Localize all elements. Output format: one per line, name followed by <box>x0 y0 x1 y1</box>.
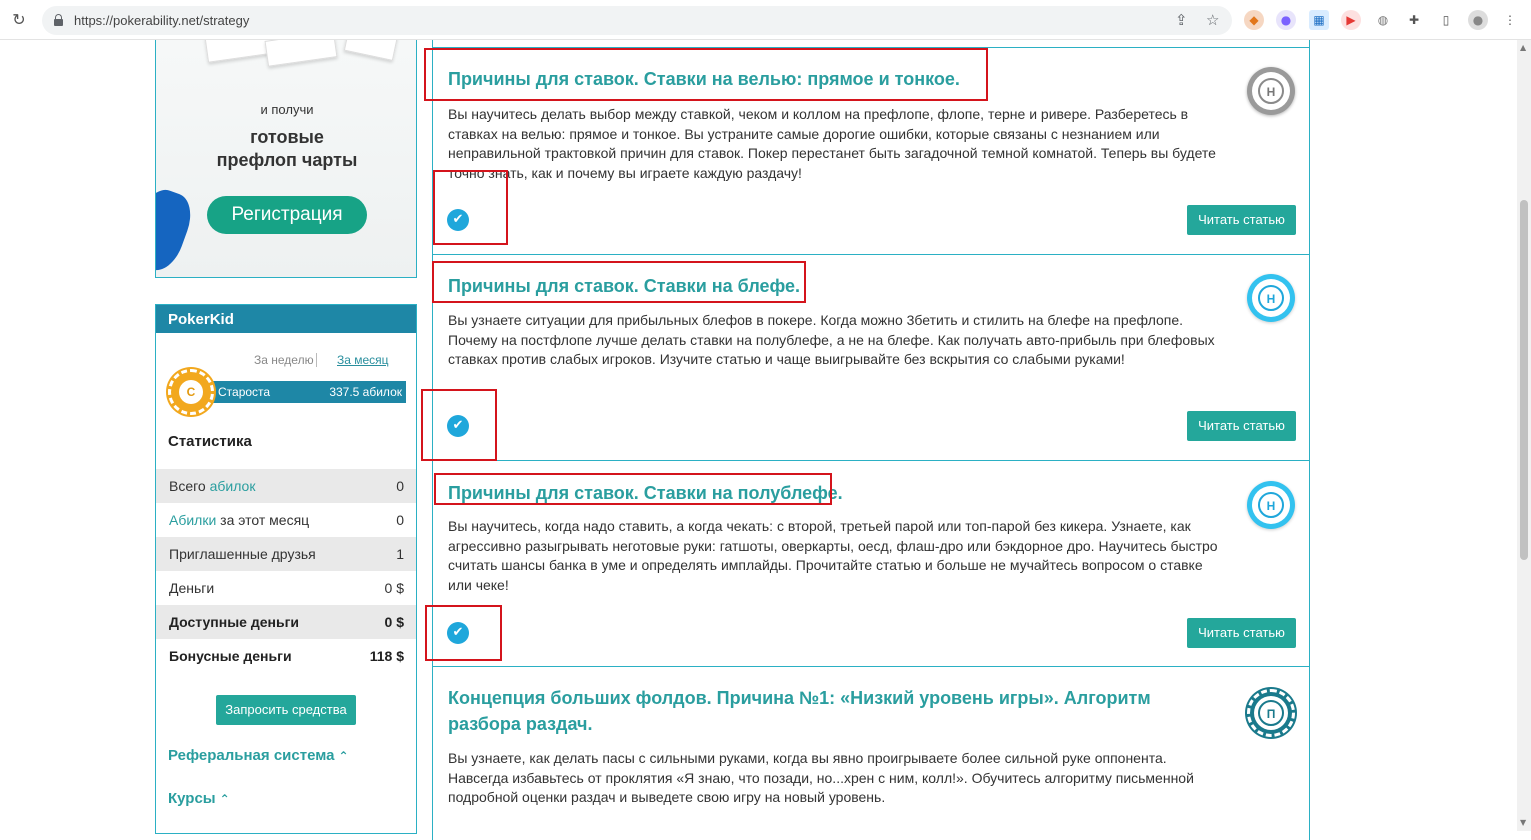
article-title[interactable]: Концепция больших фолдов. Причина №1: «Н… <box>448 685 1208 737</box>
annotation-box <box>432 261 806 303</box>
lock-icon[interactable] <box>54 14 63 26</box>
banner-subtext: и получи <box>260 102 314 117</box>
register-button[interactable]: Регистрация <box>207 196 367 234</box>
article-description: Вы научитесь делать выбор между ставкой,… <box>448 106 1216 181</box>
stat-row-available: Доступные деньги 0 $ <box>156 605 416 639</box>
share-icon[interactable]: ⇪ <box>1175 11 1188 29</box>
menu-kebab-icon[interactable]: ⋮ <box>1500 10 1520 30</box>
stat-row-money: Деньги 0 $ <box>169 580 404 596</box>
read-article-button[interactable]: Читать статью <box>1187 618 1296 648</box>
read-article-button[interactable]: Читать статью <box>1187 205 1296 235</box>
stat-row-month: Абилки за этот месяц 0 <box>169 512 404 528</box>
rank-name: Староста <box>218 385 271 399</box>
annotation-box <box>421 389 497 461</box>
scroll-up-icon[interactable]: ▲ <box>1520 43 1526 52</box>
scroll-thumb[interactable] <box>1520 200 1528 560</box>
article-description: Вы научитесь, когда надо ставить, а когд… <box>448 518 1218 593</box>
courses-toggle[interactable]: Курсы ⌃ <box>168 790 230 807</box>
article-card: Концепция больших фолдов. Причина №1: «Н… <box>433 666 1309 840</box>
extension-icon[interactable]: ● <box>1276 10 1296 30</box>
page-scrollbar[interactable]: ▲ ▼ <box>1517 40 1531 831</box>
address-bar[interactable]: https://pokerability.net/strategy ⇪ ☆ <box>42 6 1232 35</box>
bookmark-star-icon[interactable]: ☆ <box>1206 11 1219 29</box>
user-sidebar: PokerKid За неделю За месяц Староста 337… <box>155 304 417 834</box>
browser-toolbar: ↻ https://pokerability.net/strategy ⇪ ☆ … <box>0 0 1531 40</box>
globe-icon[interactable]: ◍ <box>1373 10 1393 30</box>
stats-title: Статистика <box>168 433 252 450</box>
annotation-box <box>433 170 508 245</box>
chevron-up-icon: ⌃ <box>219 792 230 806</box>
reload-icon[interactable]: ↻ <box>10 11 28 29</box>
period-month-tab[interactable]: За месяц <box>337 353 389 367</box>
username-header: PokerKid <box>156 305 416 333</box>
promo-banner[interactable]: и получи готовые префлоп чарты Регистрац… <box>155 40 417 278</box>
abilki-link[interactable]: абилок <box>210 478 256 494</box>
stat-row-bonus: Бонусные деньги 118 $ <box>169 648 404 664</box>
level-chip-icon: Н <box>1247 481 1295 529</box>
stat-row-total: Всего абилок 0 <box>156 469 416 503</box>
annotation-box <box>425 605 502 661</box>
scroll-down-icon[interactable]: ▼ <box>1520 818 1526 827</box>
article-list: Причины для ставок. Ставки на велью: пря… <box>432 40 1310 840</box>
side-panel-icon[interactable]: ▯ <box>1436 10 1456 30</box>
chip-illustration <box>156 183 199 277</box>
cards-illustration <box>196 40 416 70</box>
extension-icon[interactable]: ▦ <box>1309 10 1329 30</box>
rank-chip-icon: С <box>168 369 214 415</box>
metamask-extension-icon[interactable]: ◆ <box>1244 10 1264 30</box>
rank-bar: Староста 337.5 абилок <box>192 381 406 403</box>
level-chip-icon: Н <box>1247 67 1295 115</box>
abilki-link[interactable]: Абилки <box>169 512 216 528</box>
level-chip-icon: Н <box>1247 274 1295 322</box>
request-funds-button[interactable]: Запросить средства <box>216 695 356 725</box>
level-chip-icon: П <box>1247 689 1295 737</box>
article-description: Вы узнаете, как делать пасы с сильными р… <box>448 750 1194 805</box>
banner-headline: готовые префлоп чарты <box>216 127 358 170</box>
puzzle-extensions-icon[interactable]: ✚ <box>1404 10 1424 30</box>
period-divider <box>316 353 317 367</box>
annotation-box <box>434 473 832 505</box>
profile-avatar-icon[interactable]: ● <box>1468 10 1488 30</box>
article-description: Вы узнаете ситуации для прибыльных блефо… <box>448 312 1215 367</box>
period-week-tab[interactable]: За неделю <box>254 353 314 367</box>
youtube-extension-icon[interactable]: ▶ <box>1341 10 1361 30</box>
annotation-box <box>424 48 988 101</box>
rank-value: 337.5 абилок <box>329 385 402 399</box>
chevron-up-icon: ⌃ <box>338 749 349 763</box>
url-text[interactable]: https://pokerability.net/strategy <box>74 13 249 28</box>
stat-row-friends: Приглашенные друзья 1 <box>156 537 416 571</box>
referral-toggle[interactable]: Реферальная система ⌃ <box>168 747 349 764</box>
read-article-button[interactable]: Читать статью <box>1187 411 1296 441</box>
